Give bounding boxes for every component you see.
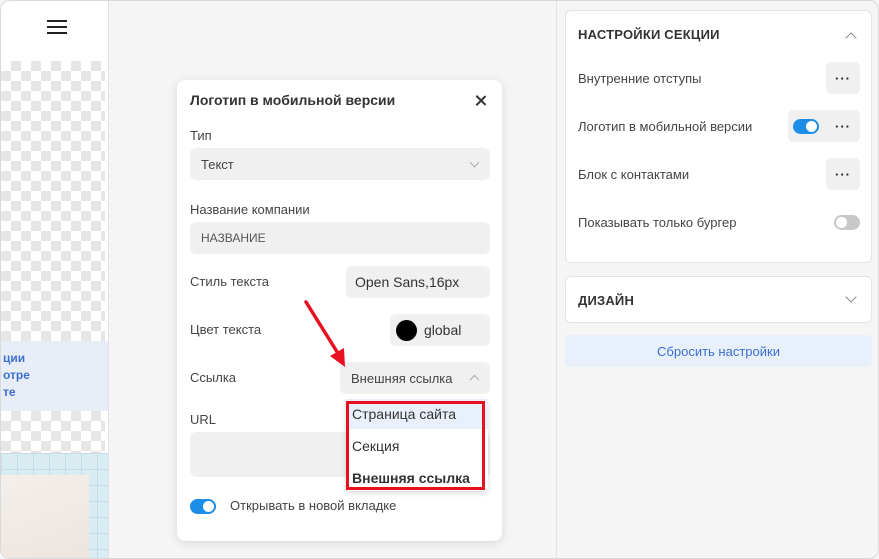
type-select-value: Текст [201,156,234,172]
padding-more-button[interactable]: ··· [826,62,860,94]
burger-only-toggle[interactable] [834,215,860,230]
link-label: Ссылка [190,370,237,385]
company-name-label: Название компании [190,202,310,217]
preview-banner-line: ции [3,351,26,365]
text-style-value: Open Sans,16px [355,274,460,290]
text-color-label: Цвет текста [190,322,262,337]
section-settings-card: НАСТРОЙКИ СЕКЦИИ Внутренние отступы ··· … [565,10,872,263]
text-color-picker[interactable]: global [390,314,490,346]
type-select[interactable]: Текст [190,148,490,180]
contacts-row-label: Блок с контактами [578,167,690,182]
close-icon[interactable] [474,94,488,108]
preview-banner: ции отре те [1,341,108,411]
text-style-select[interactable]: Open Sans,16px [346,266,490,298]
editor-window: ции отре те Логотип в мобильной версии Т… [0,0,879,559]
type-label: Тип [190,128,212,143]
padding-row-label: Внутренние отступы [578,71,702,86]
text-color-value: global [424,322,462,338]
link-dropdown: Страница сайта Секция Внешняя ссылка [346,399,488,491]
new-tab-toggle[interactable] [190,499,216,514]
chevron-up-icon[interactable] [845,32,857,44]
design-card[interactable]: ДИЗАЙН [565,276,872,323]
preview-photo [1,475,89,558]
chevron-down-icon[interactable] [845,291,857,303]
chevron-down-icon [469,157,480,168]
reset-settings-button[interactable]: Сбросить настройки [565,335,872,367]
color-swatch [396,319,417,341]
site-preview: ции отре те [1,1,109,558]
burger-only-row-label: Показывать только бургер [578,215,737,230]
modal-title: Логотип в мобильной версии [190,92,396,108]
url-label: URL [190,412,217,427]
transparent-background [1,61,105,341]
contacts-more-button[interactable]: ··· [826,158,860,190]
mobile-logo-more-button[interactable]: ··· [826,110,860,142]
mobile-logo-toggle[interactable] [793,119,819,134]
preview-banner-line: отре [3,368,30,382]
text-style-label: Стиль текста [190,274,269,289]
company-name-value: НАЗВАНИЕ [201,231,266,245]
preview-banner-line: те [3,385,16,399]
link-select[interactable]: Внешняя ссылка [340,362,490,394]
dropdown-option-external[interactable]: Внешняя ссылка [346,463,488,493]
design-title: ДИЗАЙН [578,293,635,308]
chevron-up-icon [469,374,480,385]
mobile-logo-row-label: Логотип в мобильной версии [578,119,753,134]
dropdown-option-page[interactable]: Страница сайта [346,399,488,429]
company-name-input[interactable]: НАЗВАНИЕ [190,222,490,254]
new-tab-label: Открывать в новой вкладке [230,498,397,513]
section-settings-title: НАСТРОЙКИ СЕКЦИИ [578,27,720,42]
hamburger-icon[interactable] [47,20,67,34]
link-select-value: Внешняя ссылка [351,370,453,386]
annotation-arrow-icon [304,300,345,367]
transparent-background [1,411,105,453]
dropdown-option-section[interactable]: Секция [346,431,488,461]
